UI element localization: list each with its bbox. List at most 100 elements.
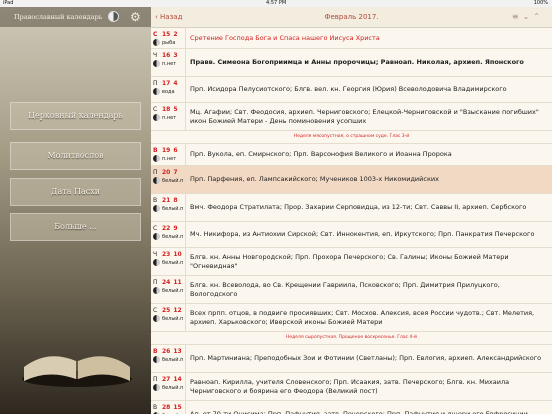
day-row[interactable]: С 15 2 рыба Сретение Господа Бога и Спаса на… — [151, 28, 552, 49]
day-row[interactable]: С 25 12 белый.п Всех прпп. отцов, в подвиге … — [151, 304, 552, 332]
day-row[interactable]: С 22 9 белый.п Мч. Никифора, из Антиохии Сир… — [151, 222, 552, 248]
date-cell: П 24 11 белый.п — [151, 276, 186, 303]
day-description: Прп. Парфения, еп. Лампсакийского; Мучен… — [190, 175, 439, 183]
day-row[interactable]: В 21 8 белый.п Вмч. Феодора Стратилата; Прор… — [151, 194, 552, 222]
open-book-image — [22, 356, 132, 387]
moon-phase-icon — [153, 233, 160, 240]
day-description: Всех прпп. отцов, в подвиге просиявших; … — [190, 308, 535, 326]
moon-phase-icon — [153, 114, 160, 121]
moon-phase-icon — [153, 205, 160, 212]
day-row[interactable]: В 19 6 п.нет Прп. Вукола, еп. Смирнского; Пр… — [151, 144, 552, 166]
day-description: Мч. Никифора, из Антиохии Сирской; Свт. … — [190, 230, 535, 238]
old-style-date: 14 — [173, 376, 182, 383]
menu-more-button[interactable]: Больше ... — [10, 213, 141, 241]
battery-level: 100% — [533, 0, 548, 6]
date-cell: П 17 4 вода — [151, 77, 186, 102]
date-numbers: 23 10 — [162, 251, 182, 258]
weekday-label: С — [153, 225, 158, 232]
date-numbers: 28 15 — [162, 404, 182, 411]
date-numbers: 26 13 — [162, 348, 182, 355]
date-cell: В 21 8 белый.п — [151, 194, 186, 221]
day-row[interactable]: С 18 5 п.нет Мц. Агафии; Свт. Феодосия, архи… — [151, 103, 552, 131]
weekday-label: С — [153, 106, 158, 113]
fasting-label: п.нет — [162, 61, 177, 67]
day-row[interactable]: П 27 14 белый.п Равноап. Кирилла, учителя Сл… — [151, 373, 552, 401]
fasting-label: белый.п — [162, 288, 184, 294]
calendar-panel: Февраль 2017. ‹ Назад ≡⌄⌃ С 15 2 рыба Сретен… — [151, 7, 552, 414]
menu-easter-date-button[interactable]: Дата Пасхи — [10, 178, 141, 206]
day-description: Блгв. кн. Всеволода, во Св. Крещении Гав… — [190, 280, 500, 298]
day-description: Блгв. кн. Анны Новгородской; Прп. Прохор… — [190, 252, 509, 270]
day-list[interactable]: С 15 2 рыба Сретение Господа Бога и Спаса на… — [151, 28, 552, 414]
date-cell: П 27 14 белый.п — [151, 373, 186, 400]
moon-phase-icon — [153, 39, 160, 46]
weekday-label: П — [153, 376, 158, 383]
old-style-date: 11 — [173, 279, 182, 286]
day-row[interactable]: П 17 4 вода Прп. Исидора Пелусиотского; Блгв… — [151, 77, 552, 103]
moon-phase-icon — [153, 60, 160, 67]
back-label: Назад — [160, 13, 183, 21]
weekday-label: В — [153, 348, 158, 355]
new-style-date: 22 — [162, 225, 171, 232]
date-cell: Ч 23 10 белый.п — [151, 248, 186, 275]
left-header: Православный календарь ⚙ — [0, 7, 151, 27]
old-style-date: 8 — [173, 197, 178, 204]
day-row[interactable]: П 24 11 белый.п Блгв. кн. Всеволода, во Св. … — [151, 276, 552, 304]
month-title: Февраль 2017. — [324, 13, 379, 21]
weekday-label: Ч — [153, 52, 158, 59]
fasting-label: белый.п — [162, 316, 184, 322]
day-description: Прп. Мартиниана; Преподобных Зои и Фотин… — [190, 354, 542, 362]
weekday-label: С — [153, 31, 158, 38]
day-description: Мц. Агафии; Свт. Феодосия, архиеп. Черни… — [190, 107, 539, 125]
old-style-date: 12 — [173, 307, 182, 314]
weekday-label: С — [153, 307, 158, 314]
weekday-label: П — [153, 169, 158, 176]
back-button[interactable]: ‹ Назад — [155, 7, 182, 27]
menu-church-calendar-button[interactable]: Церковный календарь — [10, 102, 141, 130]
date-numbers: 21 8 — [162, 197, 178, 204]
chevron-up-icon[interactable]: ⌃ — [533, 12, 544, 21]
old-style-date: 5 — [173, 106, 178, 113]
new-style-date: 26 — [162, 348, 171, 355]
day-row[interactable]: В 26 13 белый.п Прп. Мартиниана; Преподобных… — [151, 345, 552, 373]
date-numbers: 18 5 — [162, 106, 178, 113]
date-cell: Ч 16 3 п.нет — [151, 49, 186, 76]
date-numbers: 27 14 — [162, 376, 182, 383]
weekday-label: П — [153, 279, 158, 286]
chevron-down-icon[interactable]: ⌄ — [523, 12, 534, 21]
menu-prayer-book-button[interactable]: Молитвослов — [10, 142, 141, 170]
moon-phase-icon — [153, 356, 160, 363]
status-bar: iPad 4:57 PM 100% — [0, 0, 552, 7]
moon-phase-icon — [153, 88, 160, 95]
day-row[interactable]: П 20 7 белый.п Прп. Парфения, еп. Лампсакийс… — [151, 166, 552, 194]
old-style-date: 6 — [173, 147, 178, 154]
gear-icon[interactable]: ⚙ — [130, 10, 141, 24]
week-separator: Неделя мясопустная, о страшном суде. Гла… — [151, 131, 552, 144]
old-style-date: 10 — [173, 251, 182, 258]
new-style-date: 18 — [162, 106, 171, 113]
day-row[interactable]: Ч 23 10 белый.п Блгв. кн. Анны Новгородской;… — [151, 248, 552, 276]
fasting-label: белый.п — [162, 206, 184, 212]
moon-phase-icon — [153, 155, 160, 162]
fasting-label: белый.п — [162, 260, 184, 266]
new-style-date: 17 — [162, 80, 171, 87]
weekday-label: В — [153, 404, 158, 411]
device-label: iPad — [3, 0, 14, 6]
new-style-date: 15 — [162, 31, 171, 38]
fasting-label: рыба — [162, 40, 176, 46]
day-night-icon[interactable] — [108, 11, 119, 22]
date-cell: С 18 5 п.нет — [151, 103, 186, 130]
new-style-date: 23 — [162, 251, 171, 258]
fasting-label: белый.п — [162, 357, 184, 363]
moon-phase-icon — [153, 315, 160, 322]
new-style-date: 19 — [162, 147, 171, 154]
left-panel: Православный календарь ⚙ Церковный кален… — [0, 7, 151, 414]
day-description: Прп. Исидора Пелусиотского; Блгв. вел. к… — [190, 85, 507, 93]
list-icon[interactable]: ≡ — [512, 12, 523, 21]
fasting-label: вода — [162, 89, 175, 95]
day-row[interactable]: В2815белый.пАп. от 70-ти Онисима; Прп. П… — [151, 401, 552, 414]
day-row[interactable]: Ч 16 3 п.нет Правв. Симеона Богоприимца и Ан… — [151, 49, 552, 77]
date-cell: В 19 6 п.нет — [151, 144, 186, 165]
new-style-date: 24 — [162, 279, 171, 286]
old-style-date: 2 — [173, 31, 178, 38]
